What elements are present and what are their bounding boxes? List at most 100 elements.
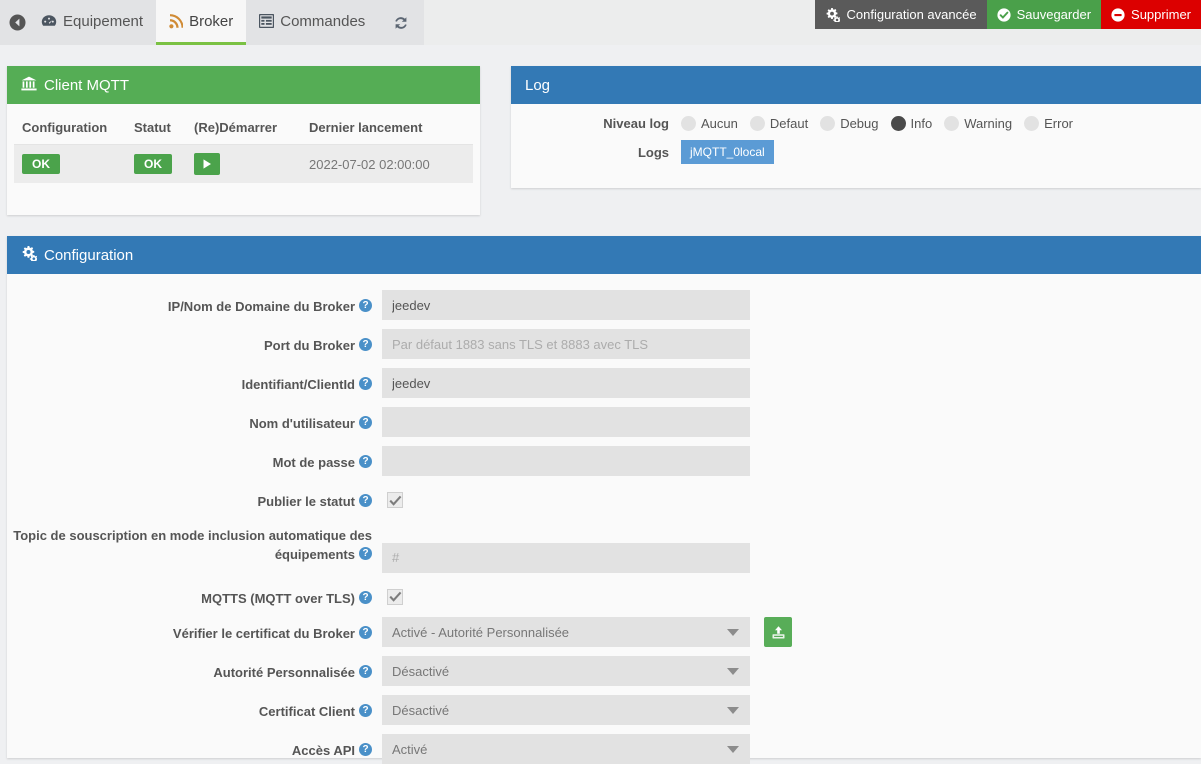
- field-label: Publier le statut?: [7, 485, 382, 512]
- radio-log-level-defaut[interactable]: Defaut: [750, 116, 816, 131]
- minus-circle-icon: [1111, 8, 1125, 22]
- custom-authority-select[interactable]: Désactivé: [382, 656, 750, 686]
- help-icon[interactable]: ?: [359, 494, 372, 507]
- radio-dot-icon: [750, 116, 765, 131]
- tab-broker[interactable]: Broker: [156, 0, 246, 45]
- column-header-restart: (Re)Démarrer: [194, 111, 309, 145]
- radio-label: Defaut: [770, 116, 808, 131]
- select-value: Désactivé: [392, 664, 449, 679]
- table-icon: [259, 14, 274, 28]
- log-level-radio-group: Aucun Defaut Debug Info Warning: [681, 116, 1081, 131]
- refresh-icon[interactable]: [378, 0, 424, 45]
- table-row: OK OK 2022-07-02 02:00:00: [14, 145, 473, 184]
- play-icon[interactable]: [194, 153, 220, 175]
- help-icon[interactable]: ?: [359, 547, 372, 560]
- radio-dot-icon: [944, 116, 959, 131]
- chevron-down-icon: [727, 668, 739, 675]
- radio-label: Error: [1044, 116, 1073, 131]
- log-level-row: Niveau log Aucun Defaut Debug Info: [511, 116, 1201, 131]
- help-icon[interactable]: ?: [359, 626, 372, 639]
- mqtt-panel-header: Client MQTT: [7, 66, 480, 104]
- api-access-select[interactable]: Activé: [382, 734, 750, 764]
- field-label: Identifiant/ClientId?: [7, 368, 382, 395]
- radio-dot-icon: [1024, 116, 1039, 131]
- log-level-label: Niveau log: [511, 116, 681, 131]
- column-header-last-launch: Dernier lancement: [309, 111, 473, 145]
- field-row-custom-authority: Autorité Personnalisée? Désactivé: [7, 656, 1201, 686]
- panel-title: Client MQTT: [44, 77, 129, 94]
- upload-certificate-button[interactable]: [764, 617, 792, 647]
- cogs-icon: [825, 8, 840, 22]
- help-icon[interactable]: ?: [359, 591, 372, 604]
- client-id-input[interactable]: [382, 368, 750, 398]
- panel-title: Configuration: [44, 247, 133, 264]
- log-file-link[interactable]: jMQTT_0local: [681, 140, 774, 164]
- publish-status-checkbox[interactable]: [387, 492, 403, 508]
- help-icon[interactable]: ?: [359, 455, 372, 468]
- field-row-client-certificate: Certificat Client? Désactivé: [7, 695, 1201, 725]
- radio-dot-icon: [820, 116, 835, 131]
- field-label: Nom d'utilisateur?: [7, 407, 382, 434]
- verify-broker-cert-select[interactable]: Activé - Autorité Personnalisée: [382, 617, 750, 647]
- bank-icon: [21, 76, 37, 95]
- tab-equipement[interactable]: Equipement: [28, 0, 156, 45]
- client-certificate-select[interactable]: Désactivé: [382, 695, 750, 725]
- help-icon[interactable]: ?: [359, 338, 372, 351]
- radio-log-level-warning[interactable]: Warning: [944, 116, 1020, 131]
- radio-label: Aucun: [701, 116, 738, 131]
- help-icon[interactable]: ?: [359, 299, 372, 312]
- radio-dot-icon: [681, 116, 696, 131]
- help-icon[interactable]: ?: [359, 377, 372, 390]
- cell-statut: OK: [134, 145, 194, 184]
- auto-include-topic-input[interactable]: [382, 543, 750, 573]
- select-value: Désactivé: [392, 703, 449, 718]
- chevron-down-icon: [727, 707, 739, 714]
- help-icon[interactable]: ?: [359, 743, 372, 756]
- broker-host-input[interactable]: [382, 290, 750, 320]
- field-label: Vérifier le certificat du Broker?: [7, 617, 382, 644]
- field-row-api-access: Accès API? Activé: [7, 734, 1201, 764]
- panel-title: Log: [525, 77, 550, 94]
- logs-row: Logs jMQTT_0local: [511, 140, 1201, 164]
- column-header-configuration: Configuration: [14, 111, 134, 145]
- help-icon[interactable]: ?: [359, 665, 372, 678]
- upload-icon: [771, 625, 786, 640]
- broker-port-input[interactable]: [382, 329, 750, 359]
- advanced-config-button[interactable]: Configuration avancée: [815, 0, 986, 29]
- tab-label: Commandes: [280, 13, 365, 30]
- top-bar: Equipement Broker: [0, 0, 1201, 45]
- tab-commandes[interactable]: Commandes: [246, 0, 378, 45]
- password-input[interactable]: [382, 446, 750, 476]
- cell-restart: [194, 145, 309, 184]
- radio-log-level-info[interactable]: Info: [891, 116, 941, 131]
- field-row-client-id: Identifiant/ClientId?: [7, 368, 1201, 398]
- help-icon[interactable]: ?: [359, 416, 372, 429]
- field-label: Autorité Personnalisée?: [7, 656, 382, 683]
- field-label: Port du Broker?: [7, 329, 382, 356]
- tab-strip: Equipement Broker: [0, 0, 424, 45]
- configuration-panel-header: Configuration: [7, 236, 1201, 274]
- delete-button[interactable]: Supprimer: [1101, 0, 1201, 29]
- save-button[interactable]: Sauvegarder: [987, 0, 1101, 29]
- back-button[interactable]: [0, 0, 28, 45]
- rss-icon: [169, 14, 183, 29]
- status-badge-configuration: OK: [22, 154, 60, 174]
- radio-label: Debug: [840, 116, 878, 131]
- radio-log-level-error[interactable]: Error: [1024, 116, 1081, 131]
- help-icon[interactable]: ?: [359, 704, 372, 717]
- field-row-username: Nom d'utilisateur?: [7, 407, 1201, 437]
- radio-log-level-debug[interactable]: Debug: [820, 116, 886, 131]
- button-label: Supprimer: [1131, 7, 1191, 22]
- select-value: Activé - Autorité Personnalisée: [392, 625, 569, 640]
- radio-label: Info: [911, 116, 933, 131]
- field-row-publish-status: Publier le statut?: [7, 485, 1201, 512]
- select-value: Activé: [392, 742, 427, 757]
- field-label: Topic de souscription en mode inclusion …: [7, 521, 382, 565]
- mqtts-checkbox[interactable]: [387, 589, 403, 605]
- radio-log-level-aucun[interactable]: Aucun: [681, 116, 746, 131]
- mqtt-status-table: Configuration Statut (Re)Démarrer Dernie…: [14, 111, 473, 183]
- field-label: Mot de passe?: [7, 446, 382, 473]
- field-label: Accès API?: [7, 734, 382, 761]
- username-input[interactable]: [382, 407, 750, 437]
- field-row-auto-include-topic: Topic de souscription en mode inclusion …: [7, 521, 1201, 573]
